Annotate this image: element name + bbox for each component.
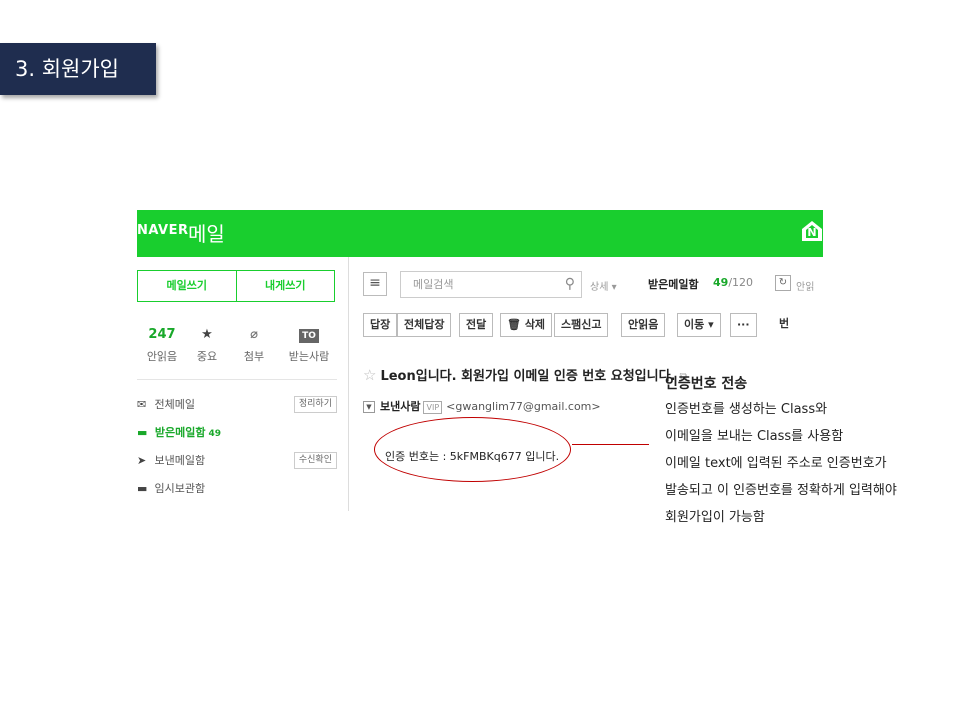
paperclip-icon: ⌀ — [250, 327, 258, 342]
folder-sent[interactable]: ➤ 보낸메일함 수신확인 — [137, 451, 337, 471]
read-receipt-button[interactable]: 수신확인 — [293, 452, 337, 469]
folder-label: 임시보관함 — [154, 482, 206, 495]
folder-label: 전체메일 — [154, 398, 195, 411]
annotation-line: 인증번호를 생성하는 Class와 — [665, 402, 828, 417]
annotation-title: 인증번호 전송 — [665, 376, 748, 392]
recipient-filter[interactable]: TO 받는사람 — [281, 325, 337, 364]
section-title: 3. 회원가입 — [0, 43, 156, 95]
highlight-ellipse — [374, 417, 571, 482]
more-toolbar-label[interactable]: 번 — [773, 313, 796, 337]
mail-count: 49/120 — [713, 276, 753, 289]
callout-line — [572, 444, 649, 445]
unread-count: 247 — [148, 327, 176, 342]
more-actions-button[interactable]: ··· — [730, 313, 757, 337]
organize-button[interactable]: 정리하기 — [293, 396, 337, 413]
to-badge-icon: TO — [299, 329, 319, 343]
menu-icon[interactable]: ≡ — [363, 272, 387, 296]
send-icon: ➤ — [137, 454, 147, 467]
annotation-line: 회원가입이 가능함 — [665, 510, 765, 525]
delete-label: 삭제 — [524, 318, 546, 331]
write-buttons: 메일쓰기 내게쓰기 — [137, 270, 335, 302]
folder-all-mail[interactable]: ✉ 전체메일 정리하기 — [137, 395, 337, 415]
refresh-icon[interactable]: ↻ — [775, 275, 791, 291]
quick-filters: 247 안읽음 ★ 중요 ⌀ 첨부 TO 받는사람 — [137, 325, 337, 369]
current-folder-title: 받은메일함 — [648, 278, 699, 291]
annotation-box: 인증번호 전송 인증번호를 생성하는 Class와 이메일을 보내는 Class… — [665, 372, 955, 531]
sidebar-divider — [137, 379, 337, 380]
annotation-line: 발송되고 이 인증번호를 정확하게 입력해야 — [665, 483, 897, 498]
attachment-label: 첨부 — [243, 350, 265, 363]
unread-mail-count: 49 — [713, 276, 729, 289]
annotation-line: 이메일 text에 입력된 주소로 인증번호가 — [665, 456, 887, 471]
search-icon[interactable]: ⚲ — [565, 272, 575, 297]
mark-unread-button[interactable]: 안읽음 — [621, 313, 666, 337]
search-placeholder: 메일검색 — [413, 278, 454, 291]
reply-button[interactable]: 답장 — [363, 313, 398, 337]
write-mail-button[interactable]: 메일쓰기 — [138, 271, 237, 301]
folder-drafts[interactable]: ▬ 임시보관함 — [137, 479, 337, 499]
unread-filter[interactable]: 247 안읽음 — [137, 325, 187, 364]
message-subject-line: ☆ Leon입니다. 회원가입 이메일 인증 번호 요청입니다. ⧉ — [363, 365, 687, 384]
sender-label: 보낸사람 — [380, 400, 421, 413]
mail-logo-text[interactable]: 메일 — [188, 218, 225, 247]
folder-label: 보낸메일함 — [154, 454, 206, 467]
folder-icon: ▬ — [137, 482, 148, 495]
unread-label: 안읽음 — [146, 350, 178, 363]
star-icon[interactable]: ☆ — [363, 366, 376, 384]
inbox-icon: ▬ — [137, 426, 148, 439]
folder-label: 받은메일함 — [154, 426, 206, 439]
envelope-icon: ✉ — [137, 398, 147, 411]
star-icon: ★ — [201, 327, 213, 342]
spam-report-button[interactable]: 스팸신고 — [554, 313, 609, 337]
recipient-label: 받는사람 — [288, 350, 330, 363]
inbox-unread-count: 49 — [208, 429, 221, 439]
mail-header: NAVER 메일 N — [137, 210, 823, 257]
attachment-filter[interactable]: ⌀ 첨부 — [229, 325, 279, 364]
svg-text:N: N — [807, 226, 816, 239]
naver-logo[interactable]: NAVER — [137, 223, 189, 238]
message-sender-line: ▼ 보낸사람 VIP <gwanglim77@gmail.com> — [363, 398, 601, 414]
message-subject: Leon입니다. 회원가입 이메일 인증 번호 요청입니다. — [380, 369, 676, 384]
important-label: 중요 — [196, 350, 218, 363]
annotation-line: 이메일을 보내는 Class를 사용함 — [665, 429, 844, 444]
mail-search-input[interactable]: 메일검색 ⚲ — [400, 271, 582, 298]
folder-inbox[interactable]: ▬ 받은메일함 49 — [137, 423, 337, 443]
total-mail-count: /120 — [728, 276, 754, 289]
naver-home-icon[interactable]: N — [801, 220, 823, 242]
search-detail-dropdown[interactable]: 상세 ▾ — [590, 278, 617, 293]
unread-only-link[interactable]: 안읽 — [796, 278, 814, 293]
sender-email[interactable]: <gwanglim77@gmail.com> — [446, 400, 600, 413]
delete-button[interactable]: 🗑 삭제 — [500, 313, 553, 337]
trash-icon: 🗑 — [507, 318, 521, 331]
important-filter[interactable]: ★ 중요 — [182, 325, 232, 364]
forward-button[interactable]: 전달 — [459, 313, 494, 337]
vip-badge[interactable]: VIP — [423, 401, 443, 414]
mail-sidebar: 메일쓰기 내게쓰기 247 안읽음 ★ 중요 ⌀ 첨부 TO 받는사람 ✉ 전체… — [137, 257, 349, 511]
write-to-self-button[interactable]: 내게쓰기 — [237, 271, 335, 301]
move-dropdown[interactable]: 이동 ▾ — [677, 313, 721, 337]
expand-icon[interactable]: ▼ — [363, 401, 375, 413]
reply-all-button[interactable]: 전체답장 — [397, 313, 452, 337]
